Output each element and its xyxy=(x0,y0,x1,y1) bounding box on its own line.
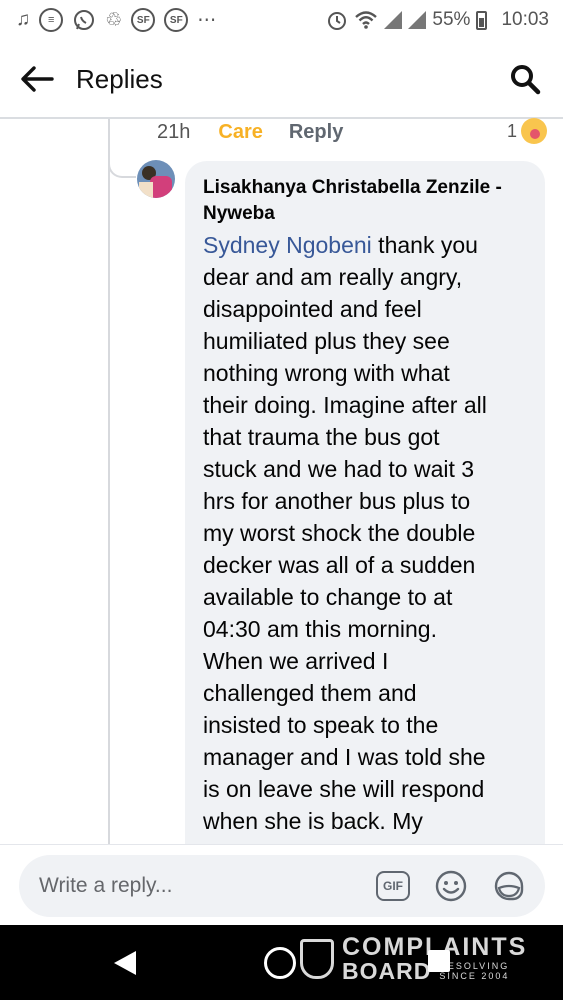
nav-home-icon[interactable] xyxy=(264,947,296,979)
reply-text-line: disappointed and feel xyxy=(203,296,422,322)
reply-text-line: is on leave she will respond xyxy=(203,776,485,802)
reply-text-line: decker was all of a sudden xyxy=(203,552,476,578)
reply-bubble: Lisakhanya Christabella Zenzile - Nyweba… xyxy=(185,161,545,881)
reply-text-line: that trauma the bus got xyxy=(203,424,440,450)
reply-text-line: stuck and we had to wait 3 xyxy=(203,456,475,482)
reply-text-line: insisted to speak to the xyxy=(203,712,439,738)
thread-line xyxy=(108,119,110,844)
reaction-count: 1 xyxy=(506,120,517,141)
mention-link[interactable]: Sydney Ngobeni xyxy=(203,232,372,258)
reply-text-line: hrs for another bus plus to xyxy=(203,488,471,514)
arrow-left-icon[interactable] xyxy=(20,59,60,99)
recycle-icon: ♲ xyxy=(105,9,123,31)
reply-button[interactable]: Reply xyxy=(289,121,343,144)
watermark-line2: BOARD xyxy=(342,958,432,984)
page-title: Replies xyxy=(76,63,163,94)
music-note-icon: ♫ xyxy=(16,9,31,30)
signal-icon xyxy=(384,11,403,29)
app-header: Replies xyxy=(0,40,563,118)
reply-text-line: available to change to at xyxy=(203,584,453,610)
reply-input[interactable] xyxy=(39,874,357,898)
nav-recents-icon[interactable] xyxy=(428,950,450,972)
sf-icon: SF xyxy=(131,8,156,32)
reply-text-line: humiliated plus they see xyxy=(203,328,450,354)
battery-icon xyxy=(476,10,488,30)
reply-text-line: 04:30 am this morning. xyxy=(203,616,437,642)
reply-text-line: nothing wrong with what xyxy=(203,360,450,386)
more-dots-icon: ⋯ xyxy=(197,9,217,31)
composer-bar: GIF xyxy=(0,844,563,925)
sf-icon: SF xyxy=(164,8,189,32)
android-nav-bar: COMPLAINTS BOARD RESOLVING SINCE 2004 xyxy=(0,925,563,1000)
watermark-line4: SINCE 2004 xyxy=(439,971,510,981)
reply-text-line: challenged them and xyxy=(203,680,417,706)
comment-time: 21h xyxy=(157,120,191,143)
wifi-icon xyxy=(354,10,378,30)
gif-label: GIF xyxy=(376,871,410,901)
emoji-icon[interactable] xyxy=(429,864,473,908)
whatsapp-icon xyxy=(72,8,96,32)
nav-back-icon[interactable] xyxy=(110,948,140,978)
care-reaction-button[interactable]: Care xyxy=(218,121,262,144)
notification-icons: ♫ ≡ ♲ SF SF ⋯ xyxy=(16,8,216,32)
avatar[interactable] xyxy=(137,160,175,198)
reply-text-line: when she is back. My xyxy=(203,808,423,834)
reply-text-line: dear and am really angry, xyxy=(203,264,463,290)
watermark-logo: COMPLAINTS BOARD RESOLVING SINCE 2004 xyxy=(300,935,527,983)
gif-icon[interactable]: GIF xyxy=(371,864,415,908)
reply-text-line: their doing. Imagine after all xyxy=(203,392,487,418)
reply-text-line: When we arrived I xyxy=(203,648,389,674)
sticker-icon[interactable] xyxy=(487,864,531,908)
clock: 10:03 xyxy=(501,9,549,30)
reply-text-line: my worst shock the double xyxy=(203,520,476,546)
parent-comment-actions: 21h Care Reply xyxy=(157,119,343,145)
reply-composer: GIF xyxy=(19,855,545,917)
status-bar: ♫ ≡ ♲ SF SF ⋯ 55% 10:03 xyxy=(0,0,563,40)
reply-text-line: thank you xyxy=(371,232,478,258)
search-icon[interactable] xyxy=(505,59,545,99)
reply-text: Sydney Ngobeni thank you dear and am rea… xyxy=(203,229,527,837)
reply-connector xyxy=(108,148,136,178)
reaction-summary[interactable]: 1 xyxy=(507,118,547,144)
shield-icon xyxy=(300,939,334,979)
messenger-icon: ≡ xyxy=(39,8,64,32)
battery-percent: 55% xyxy=(432,9,471,30)
signal-icon xyxy=(408,11,427,29)
system-icons: 55% 10:03 xyxy=(326,9,549,31)
reply-author[interactable]: Lisakhanya Christabella Zenzile - Nyweba xyxy=(203,175,527,227)
reply-text-line: manager and I was told she xyxy=(203,744,486,770)
care-emoji-icon xyxy=(521,118,547,144)
alarm-icon xyxy=(326,9,348,31)
